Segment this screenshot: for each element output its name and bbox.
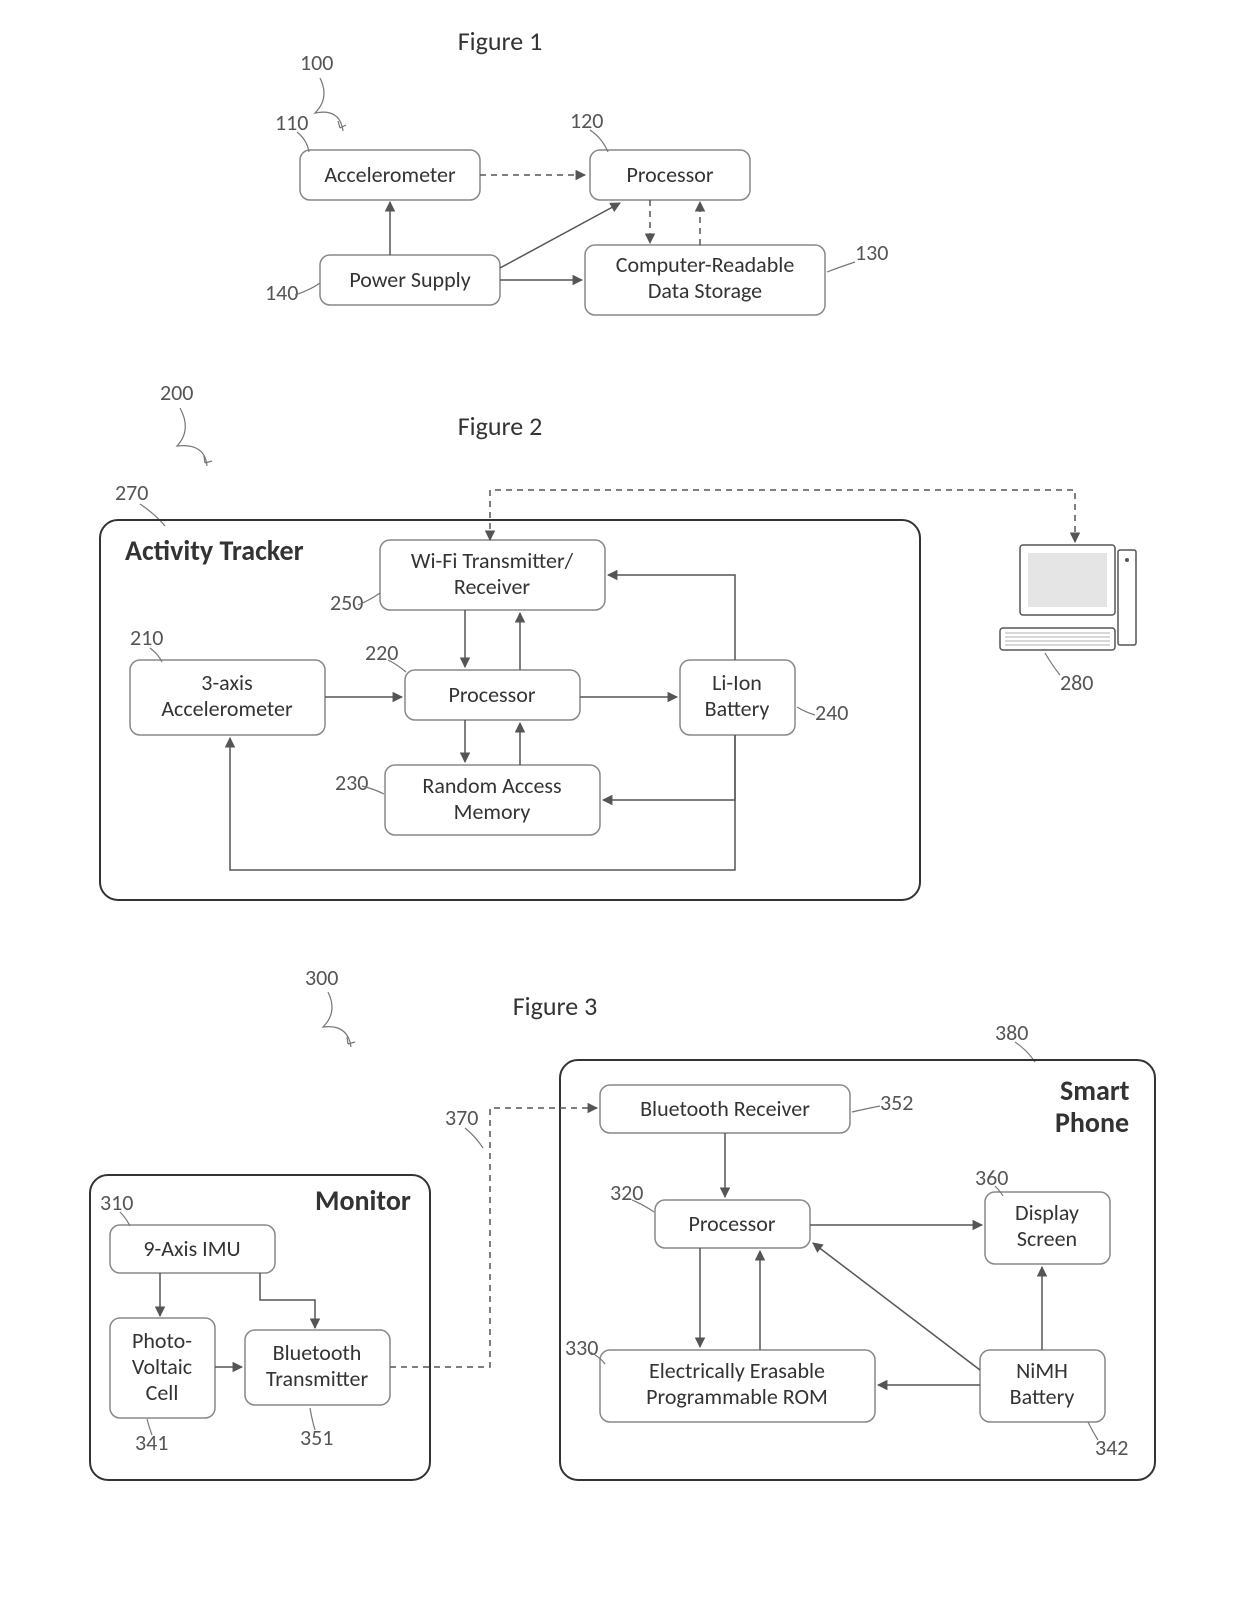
svg-text:Power Supply: Power Supply (349, 266, 470, 293)
svg-text:Electrically Erasable: Electrically Erasable (649, 1357, 825, 1384)
svg-text:200: 200 (160, 379, 193, 406)
fig2-title: Figure 2 (458, 410, 543, 442)
svg-text:360: 360 (975, 1164, 1008, 1191)
svg-text:NiMH: NiMH (1016, 1357, 1068, 1384)
svg-text:Phone: Phone (1055, 1105, 1129, 1140)
svg-text:Computer-Readable: Computer-Readable (616, 251, 795, 278)
svg-text:Processor: Processor (626, 161, 713, 188)
svg-text:Accelerometer: Accelerometer (161, 695, 293, 722)
svg-text:351: 351 (300, 1424, 333, 1451)
svg-text:Processor: Processor (448, 681, 535, 708)
svg-text:380: 380 (995, 1019, 1028, 1046)
svg-text:Accelerometer: Accelerometer (324, 161, 456, 188)
svg-text:Cell: Cell (146, 1379, 179, 1406)
fig3-link (390, 1108, 597, 1367)
svg-text:230: 230 (335, 769, 368, 796)
svg-text:Battery: Battery (705, 695, 770, 722)
svg-text:Transmitter: Transmitter (266, 1365, 369, 1392)
svg-text:370: 370 (445, 1104, 478, 1131)
fig2-link (490, 490, 1075, 542)
svg-text:Battery: Battery (1010, 1383, 1075, 1410)
svg-text:9-Axis IMU: 9-Axis IMU (143, 1235, 240, 1262)
svg-text:250: 250 (330, 589, 363, 616)
svg-text:120: 120 (570, 107, 603, 134)
svg-text:Bluetooth Receiver: Bluetooth Receiver (640, 1095, 810, 1122)
fig1-ref: 100 (300, 49, 333, 76)
svg-text:Activity Tracker: Activity Tracker (125, 533, 304, 568)
svg-text:Screen: Screen (1017, 1225, 1077, 1252)
svg-text:Smart: Smart (1060, 1073, 1130, 1108)
svg-text:Photo-: Photo- (132, 1327, 192, 1354)
svg-text:220: 220 (365, 639, 398, 666)
svg-text:Wi-Fi Transmitter/: Wi-Fi Transmitter/ (411, 547, 574, 574)
computer-icon (1000, 545, 1136, 650)
fig1-title: Figure 1 (458, 25, 543, 57)
svg-text:Memory: Memory (454, 798, 531, 825)
svg-text:3-axis: 3-axis (201, 669, 252, 696)
svg-text:Programmable ROM: Programmable ROM (646, 1383, 828, 1410)
svg-text:Random Access: Random Access (422, 772, 561, 799)
svg-text:Bluetooth: Bluetooth (273, 1339, 362, 1366)
svg-text:130: 130 (855, 239, 888, 266)
svg-text:240: 240 (815, 699, 848, 726)
fig3-title: Figure 3 (513, 990, 598, 1022)
svg-text:Receiver: Receiver (454, 573, 530, 600)
svg-text:270: 270 (115, 479, 148, 506)
svg-text:352: 352 (880, 1089, 913, 1116)
svg-text:110: 110 (275, 109, 308, 136)
svg-text:342: 342 (1095, 1434, 1128, 1461)
svg-text:210: 210 (130, 624, 163, 651)
svg-text:Monitor: Monitor (315, 1183, 411, 1218)
svg-text:Li-Ion: Li-Ion (712, 669, 762, 696)
svg-text:Processor: Processor (688, 1210, 775, 1237)
squiggle-icon (177, 408, 207, 466)
svg-text:140: 140 (265, 279, 298, 306)
svg-text:320: 320 (610, 1179, 643, 1206)
svg-text:330: 330 (565, 1334, 598, 1361)
svg-text:Data Storage: Data Storage (648, 277, 762, 304)
svg-text:280: 280 (1060, 669, 1093, 696)
svg-text:Voltaic: Voltaic (132, 1353, 192, 1380)
svg-text:300: 300 (305, 964, 338, 991)
svg-text:310: 310 (100, 1189, 133, 1216)
svg-text:Display: Display (1015, 1199, 1079, 1226)
